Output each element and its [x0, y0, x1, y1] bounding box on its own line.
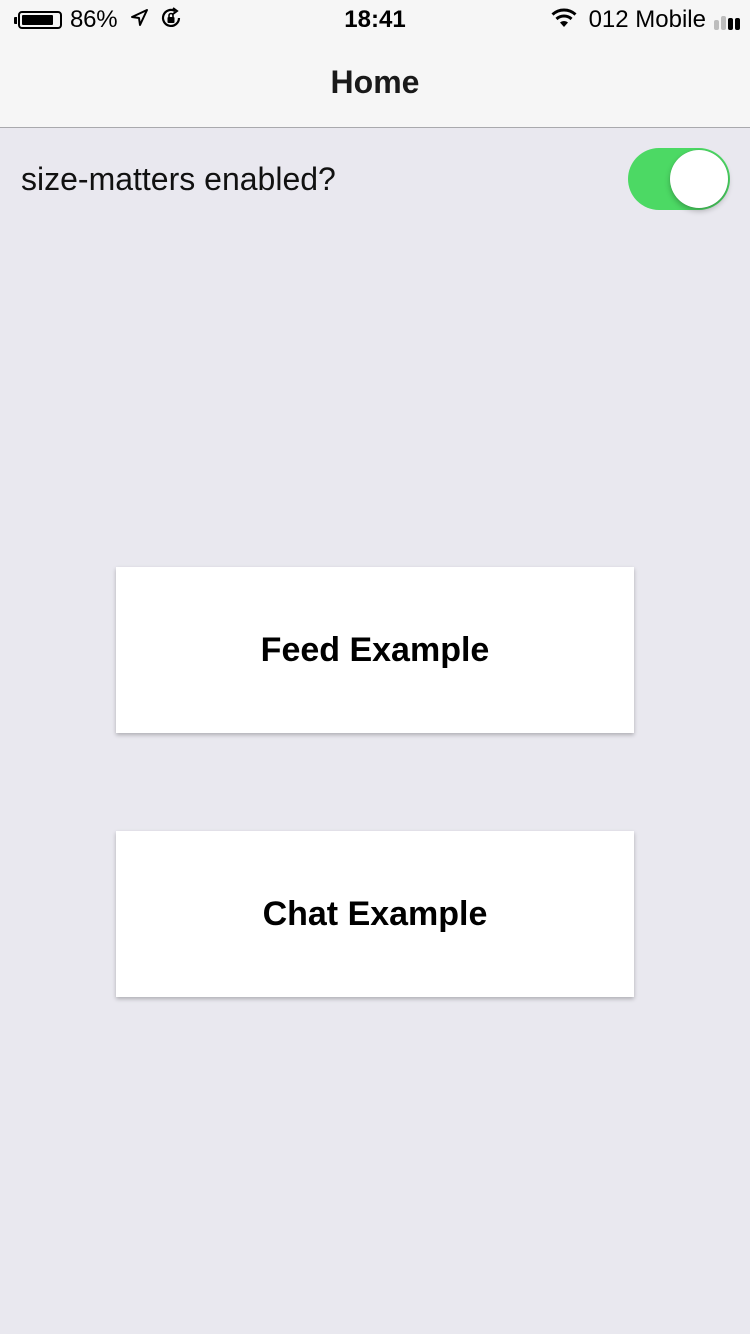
toggle-knob [670, 150, 728, 208]
chat-example-button[interactable]: Chat Example [116, 831, 634, 997]
signal-bar [735, 18, 740, 30]
wifi-icon [549, 7, 579, 34]
status-bar: 86% 18:41 012 Mobile [0, 0, 750, 40]
status-bar-right: 012 Mobile [549, 6, 740, 34]
page-title: Home [330, 64, 420, 100]
signal-bar [728, 18, 733, 30]
size-matters-label: size-matters enabled? [21, 161, 336, 197]
signal-bar [714, 20, 719, 30]
carrier-name: 012 Mobile [588, 6, 706, 33]
signal-bar [721, 16, 726, 30]
signal-icon [714, 10, 740, 30]
feed-example-button[interactable]: Feed Example [116, 567, 634, 733]
size-matters-toggle[interactable] [628, 148, 730, 210]
chat-example-label: Chat Example [262, 894, 488, 933]
feed-example-label: Feed Example [260, 630, 490, 669]
size-matters-setting-row: size-matters enabled? [0, 128, 750, 228]
navigation-bar: Home [0, 40, 750, 128]
